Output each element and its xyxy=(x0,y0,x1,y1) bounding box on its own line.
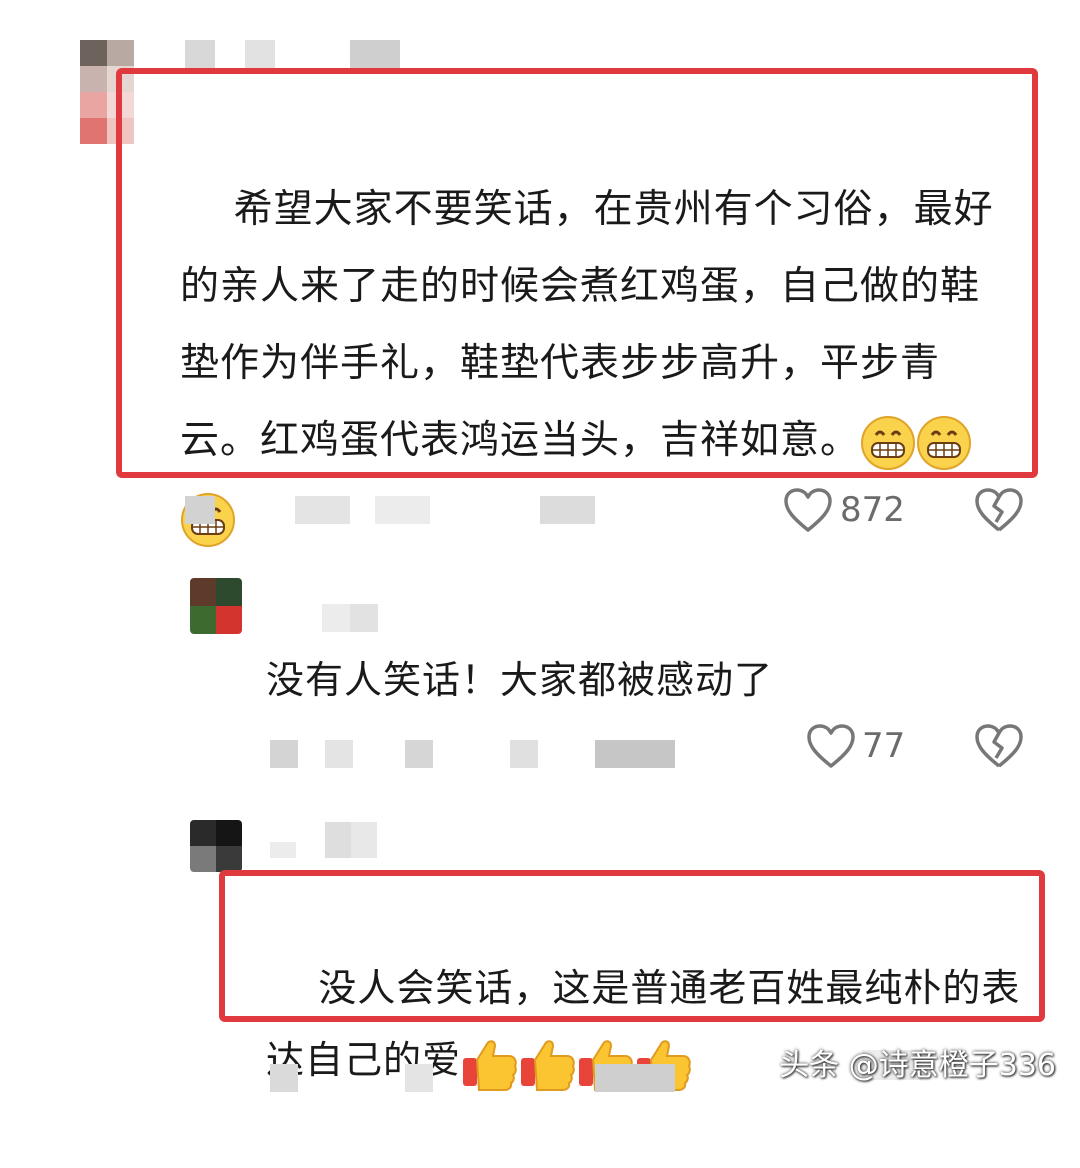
grin-emoji xyxy=(861,415,916,470)
comment-meta-blurred xyxy=(185,496,605,524)
comment-text: 希望大家不要笑话，在贵州有个习俗，最好的亲人来了走的时候会煮红鸡蛋，自己做的鞋垫… xyxy=(180,94,1000,633)
heart-outline-icon xyxy=(784,488,832,532)
broken-heart-icon xyxy=(975,724,1023,768)
grin-emoji xyxy=(917,415,972,470)
username-blurred[interactable] xyxy=(185,40,415,68)
dislike-button[interactable] xyxy=(975,488,1023,534)
like-button[interactable] xyxy=(806,724,856,770)
watermark: 头条 @诗意橙子336 xyxy=(779,1048,1056,1083)
reply-text: 没有人笑话！大家都被感动了 xyxy=(266,658,774,702)
reply-text: 没人会笑话，这是普通老百姓最纯朴的表达自己的爱 xyxy=(266,880,1026,1168)
reply-meta-blurred xyxy=(270,1064,690,1092)
like-button[interactable] xyxy=(783,488,833,534)
avatar[interactable] xyxy=(190,578,242,634)
like-count: 77 xyxy=(862,726,906,766)
username-blurred[interactable] xyxy=(322,604,382,632)
avatar[interactable] xyxy=(190,820,242,872)
reply-meta-blurred xyxy=(270,740,680,768)
dislike-button[interactable] xyxy=(975,724,1023,770)
heart-outline-icon xyxy=(807,724,855,768)
broken-heart-icon xyxy=(975,488,1023,532)
like-count: 872 xyxy=(840,490,905,530)
username-blurred[interactable] xyxy=(270,822,390,858)
